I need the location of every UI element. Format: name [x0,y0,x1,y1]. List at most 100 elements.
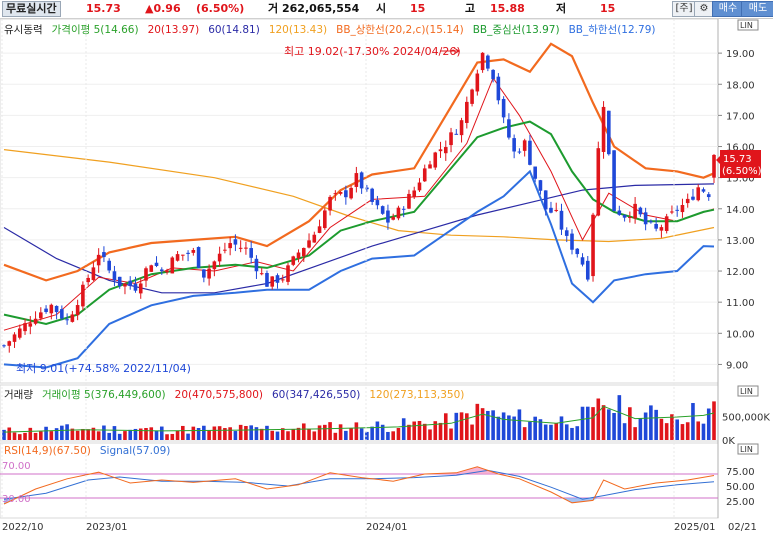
volume-bar [643,412,648,440]
price-legend-item[interactable]: BB_하한선(12.79) [569,23,656,36]
volume-bar [291,429,296,440]
volume-bar [501,412,506,440]
volume-bar [238,424,243,440]
rsi-level-70: 70.00 [2,461,31,472]
price-legend-item[interactable]: 유시동력 [4,24,43,36]
price-legend-item[interactable]: BB_상한선(20,2,c)(15.14) [336,24,464,36]
volume-bar [628,407,632,440]
candle [607,110,611,156]
volume-bar [301,423,306,440]
volume-bar [575,426,580,440]
volume-bar [323,424,327,440]
price-axis-tick: 18.00 [726,80,755,91]
volume-bar [286,431,290,440]
volume-bar [607,409,611,440]
volume-bar [81,428,85,440]
volume-bar [649,405,653,440]
volume-bar [633,427,637,440]
volume-bar [412,421,417,440]
candle [433,151,438,170]
rsi-axis-scale[interactable]: LIN [740,445,753,454]
price-legend-item[interactable]: BB_중심선(13.97) [473,24,560,36]
candle [323,207,327,230]
candle [196,246,201,269]
volume-bar [691,403,695,440]
candle [286,262,290,286]
volume-bar [491,410,495,440]
x-axis-tick: 2024/01 [366,522,408,533]
volume-bar [386,431,390,440]
volume-bar [570,427,574,440]
volume-bar [75,430,80,440]
candle [496,73,501,105]
volume-bar [591,407,595,440]
price-legend-item[interactable]: 가격이평 5(14.66) [52,23,139,36]
volume-bar [7,427,12,440]
volume-bar [49,431,54,440]
price-axis-scale[interactable]: LIN [740,21,753,30]
price-legend-item[interactable]: 120(13.43) [269,24,327,36]
volume-bar [396,428,401,440]
rsi-axis-tick: 25.00 [726,497,755,508]
price-legend-item[interactable]: 20(13.97) [148,24,200,36]
volume-bar [196,428,201,440]
volume-bar [480,408,485,440]
volume-bar [123,431,127,440]
volume-bar [422,423,427,440]
volume-bar [465,413,469,440]
candle [612,150,616,212]
stock-chart[interactable]: 19.0018.0017.0016.0015.0014.0013.0012.00… [0,0,773,533]
rsi-legend-item[interactable]: Signal(57.09) [100,445,171,457]
volume-bar [154,430,159,440]
volume-bar [307,428,311,440]
volume-legend-item[interactable]: 거래이평 5(376,449,600) [42,389,166,401]
volume-legend-item[interactable]: 20(470,575,800) [175,389,263,401]
volume-bar [44,426,48,440]
volume-bar [543,424,548,440]
volume-bar [328,422,332,440]
volume-bar [401,418,406,440]
volume-bar [391,431,395,440]
volume-bar [165,434,169,440]
volume-bar [112,426,117,440]
x-axis-tick: 2025/01 [674,522,716,533]
volume-bar [60,425,64,440]
volume-legend-item[interactable]: 60(347,426,550) [272,389,360,401]
volume-bar [675,419,679,440]
volume-bar [417,420,422,440]
rsi-legend-item[interactable]: RSI(14,9)(67.50) [4,445,91,457]
volume-bar [664,423,669,440]
candle [81,281,85,311]
volume-bar [438,422,443,440]
volume-bar [2,429,6,440]
volume-legend-item[interactable]: 거래량 [4,389,33,401]
volume-bar [186,433,190,440]
volume-bar [228,427,232,440]
volume-bar [344,430,348,440]
volume-bar [507,415,511,440]
volume-bar [96,431,101,440]
volume-bar [259,428,264,440]
high-annotation: 최고 19.02(-17.30% 2024/04/26) [284,45,461,58]
price-axis-tick: 11.00 [726,298,755,309]
volume-bar [333,432,338,440]
volume-bar [680,424,685,440]
volume-bar [149,427,154,440]
volume-axis-scale[interactable]: LIN [740,387,753,396]
volume-bar [549,424,553,440]
volume-axis-tick: 500,000K [722,413,770,424]
volume-bar [496,416,501,440]
volume-bar [701,423,706,440]
x-axis-tick: 2023/01 [86,522,128,533]
candle [470,88,474,107]
volume-bar [23,432,27,440]
volume-bar [706,408,711,440]
volume-bar [54,428,59,440]
volume-bar [181,425,185,440]
volume-bar [270,430,275,440]
volume-bar [265,425,269,440]
volume-bar [28,427,33,440]
volume-bar [128,429,133,440]
price-legend-item[interactable]: 60(14.81) [208,24,260,36]
volume-legend-item[interactable]: 120(273,113,350) [369,389,464,401]
